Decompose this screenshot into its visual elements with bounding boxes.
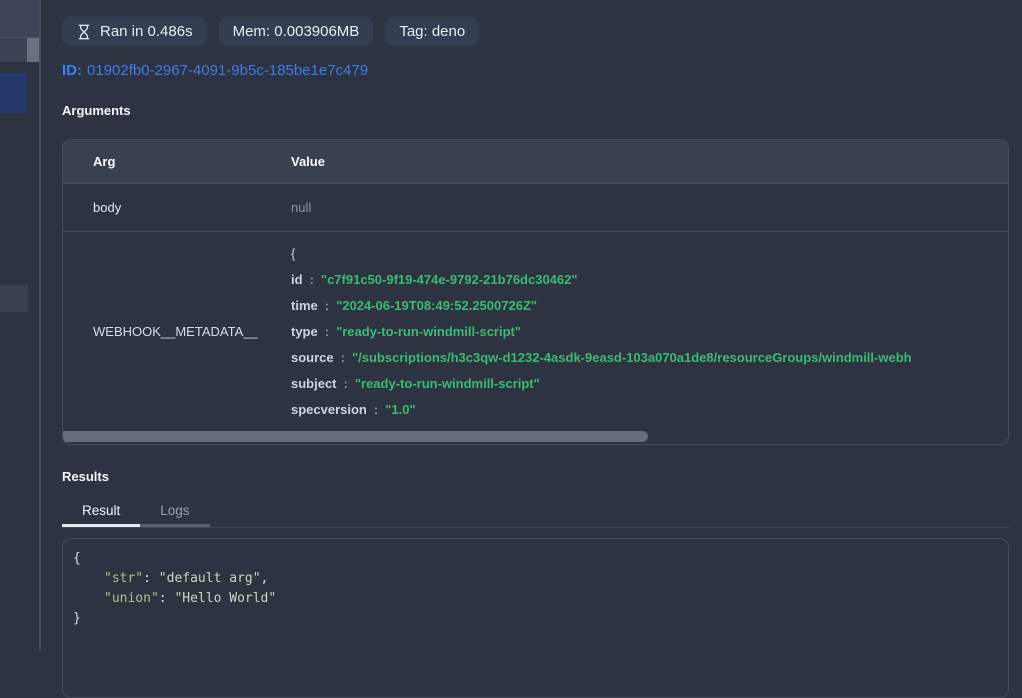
runtime-badge: Ran in 0.486s [62,17,207,46]
table-row-webhook-metadata: WEBHOOK__METADATA__ { id:"c7f91c50-9f19-… [63,232,1008,430]
results-title: Results [62,469,1009,484]
sidebar-scrollbar-thumb[interactable] [27,38,39,62]
tab-logs[interactable]: Logs [140,497,209,527]
arguments-title: Arguments [62,103,1009,118]
webhook-metadata-json: { id:"c7f91c50-9f19-474e-9792-21b76dc304… [261,232,1008,430]
run-stats-row: Ran in 0.486s Mem: 0.003906MB Tag: deno [62,17,1009,46]
json-field-source: source:"/subscriptions/h3c3qw-d1232-4asd… [291,345,1008,371]
arguments-table: Arg Value body null WEBHOOK__METADATA__ … [62,139,1009,445]
sidebar-item-selected[interactable] [0,73,27,113]
json-field-id: id:"c7f91c50-9f19-474e-9792-21b76dc30462… [291,267,1008,293]
arg-name: WEBHOOK__METADATA__ [63,232,261,430]
run-id-label: ID: [62,62,82,79]
tag-badge: Tag: deno [385,17,479,46]
json-field-type: type:"ready-to-run-windmill-script" [291,319,1008,345]
horizontal-scrollbar [63,430,1008,444]
arguments-table-header: Arg Value [63,140,1008,184]
result-json-viewer: { "str": "default arg", "union": "Hello … [62,538,1009,698]
sidebar-item-partial-2[interactable] [0,285,28,312]
sidebar-item-partial[interactable] [0,38,27,62]
arg-name: body [63,200,261,215]
run-id-row: ID: 01902fb0-2967-4091-9b5c-185be1e7c479 [62,62,1009,79]
tag-badge-label: Tag: deno [399,23,465,40]
tab-result[interactable]: Result [62,497,140,527]
json-field-specversion: specversion:"1.0" [291,397,1008,423]
json-field-subject: subject:"ready-to-run-windmill-script" [291,371,1008,397]
horizontal-scrollbar-thumb[interactable] [63,431,648,442]
run-id-link[interactable]: 01902fb0-2967-4091-9b5c-185be1e7c479 [87,62,368,79]
memory-badge-label: Mem: 0.003906MB [233,23,360,40]
sidebar-panel [0,0,41,650]
table-row-body: body null [63,184,1008,232]
runtime-badge-label: Ran in 0.486s [100,23,193,40]
json-open-brace: { [291,246,295,261]
sidebar-item-partial-top[interactable] [0,0,39,38]
memory-badge: Mem: 0.003906MB [219,17,374,46]
arg-value-null: null [261,200,1008,215]
result-close-brace: } [73,609,998,629]
hourglass-icon [76,24,92,40]
result-entry-str: "str": "default arg", [73,569,998,589]
result-open-brace: { [73,549,998,569]
json-field-time: time:"2024-06-19T08:49:52.2500726Z" [291,293,1008,319]
column-header-arg: Arg [63,154,261,169]
results-tabs: Result Logs [62,497,1009,528]
column-header-value: Value [261,154,1008,169]
run-detail-panel: Ran in 0.486s Mem: 0.003906MB Tag: deno … [42,0,1022,650]
result-entry-union: "union": "Hello World" [73,589,998,609]
